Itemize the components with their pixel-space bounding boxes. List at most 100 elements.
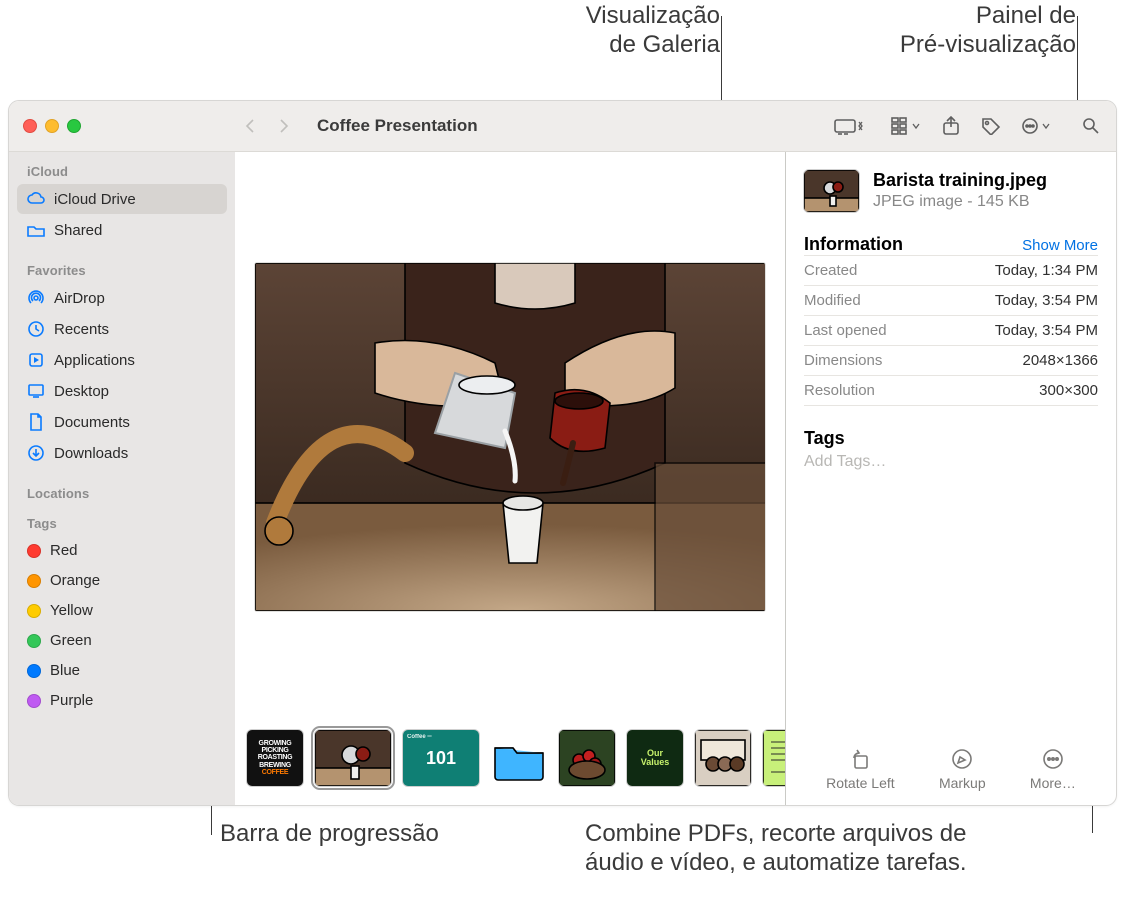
gallery-view-toggle[interactable] [826, 112, 872, 140]
zoom-button[interactable] [67, 119, 81, 133]
sidebar-item-shared[interactable]: Shared [17, 215, 227, 245]
titlebar: Coffee Presentation [9, 101, 1116, 152]
add-tags-input[interactable]: Add Tags… [804, 449, 1098, 471]
sidebar-section-locations: Locations [17, 482, 227, 505]
sidebar-item-documents[interactable]: Documents [17, 407, 227, 437]
rotate-left-icon [848, 747, 872, 771]
desktop-icon [27, 382, 45, 400]
documents-icon [27, 413, 45, 431]
share-button[interactable] [934, 112, 968, 140]
group-button[interactable] [884, 112, 928, 140]
thumb-poster[interactable]: GROWINGPICKINGROASTINGBREWINGCOFFEE [247, 730, 303, 786]
callout-gallery-view: Visualização de Galeria [520, 2, 720, 60]
thumb-team[interactable] [695, 730, 751, 786]
rotate-left-button[interactable]: Rotate Left [826, 747, 895, 791]
sidebar: iCloud iCloud Drive Shared Favorites Air… [9, 152, 235, 805]
callout-preview-pane: Painel de Pré-visualização [856, 2, 1076, 60]
sidebar-item-recents[interactable]: Recents [17, 314, 227, 344]
preview-header: Barista training.jpeg JPEG image - 145 K… [804, 170, 1098, 212]
tag-dot-icon [27, 664, 41, 678]
tags-title: Tags [804, 428, 1098, 449]
finder-window: Coffee Presentation [8, 100, 1117, 806]
sidebar-section-tags: Tags [17, 512, 227, 535]
more-quick-actions-button[interactable]: More… [1030, 747, 1076, 791]
sidebar-tag-blue[interactable]: Blue [17, 656, 227, 685]
tag-dot-icon [27, 634, 41, 648]
callout-leader [721, 16, 722, 100]
sidebar-section-favorites: Favorites [17, 259, 227, 282]
preview-filename: Barista training.jpeg [873, 170, 1047, 191]
sidebar-item-label: Applications [54, 352, 135, 369]
sidebar-item-label: Shared [54, 222, 102, 239]
thumb-note[interactable] [763, 730, 785, 786]
traffic-lights [9, 119, 233, 133]
sidebar-item-label: AirDrop [54, 290, 105, 307]
sidebar-item-label: Documents [54, 414, 130, 431]
sidebar-item-desktop[interactable]: Desktop [17, 376, 227, 406]
sidebar-section-icloud: iCloud [17, 160, 227, 183]
sidebar-item-applications[interactable]: Applications [17, 345, 227, 375]
tag-dot-icon [27, 694, 41, 708]
preview-filetype: JPEG image - 145 KB [873, 193, 1047, 211]
sidebar-item-label: Downloads [54, 445, 128, 462]
sidebar-item-label: Desktop [54, 383, 109, 400]
markup-button[interactable]: Markup [939, 747, 986, 791]
info-row: Dimensions2048×1366 [804, 345, 1098, 375]
sidebar-tag-red[interactable]: Red [17, 536, 227, 565]
callout-scrub-bar: Barra de progressão [220, 820, 439, 849]
sidebar-item-label: Blue [50, 662, 80, 679]
info-row: CreatedToday, 1:34 PM [804, 255, 1098, 285]
sidebar-item-label: Recents [54, 321, 109, 338]
tags-button[interactable] [974, 112, 1008, 140]
info-row: Last openedToday, 3:54 PM [804, 315, 1098, 345]
info-row: ModifiedToday, 3:54 PM [804, 285, 1098, 315]
thumb-folder[interactable] [491, 730, 547, 786]
shared-folder-icon [27, 221, 45, 239]
main-area: GROWINGPICKINGROASTINGBREWINGCOFFEE Coff… [235, 152, 1116, 805]
tag-dot-icon [27, 574, 41, 588]
tag-dot-icon [27, 544, 41, 558]
search-button[interactable] [1074, 112, 1108, 140]
show-more-link[interactable]: Show More [1022, 237, 1098, 254]
more-icon [1041, 747, 1065, 771]
info-section: Information Show More CreatedToday, 1:34… [804, 234, 1098, 406]
info-title: Information [804, 234, 903, 255]
gallery-canvas [235, 152, 785, 721]
sidebar-tag-yellow[interactable]: Yellow [17, 596, 227, 625]
callout-leader [1077, 16, 1078, 100]
thumb-barista[interactable] [315, 730, 391, 786]
sidebar-item-downloads[interactable]: Downloads [17, 438, 227, 468]
thumb-cherries[interactable] [559, 730, 615, 786]
window-title: Coffee Presentation [317, 116, 478, 136]
sidebar-tag-purple[interactable]: Purple [17, 686, 227, 715]
sidebar-tag-orange[interactable]: Orange [17, 566, 227, 595]
thumb-our-values[interactable]: OurValues [627, 730, 683, 786]
minimize-button[interactable] [45, 119, 59, 133]
markup-icon [950, 747, 974, 771]
forward-button[interactable] [267, 112, 301, 140]
info-row: Resolution300×300 [804, 375, 1098, 406]
sidebar-item-label: Red [50, 542, 78, 559]
downloads-icon [27, 444, 45, 462]
thumb-coffee-101[interactable]: Coffee ═ 101 [403, 730, 479, 786]
sidebar-item-label: Purple [50, 692, 93, 709]
more-actions-button[interactable] [1014, 112, 1058, 140]
sidebar-item-icloud-drive[interactable]: iCloud Drive [17, 184, 227, 214]
callout-more-hint: Combine PDFs, recorte arquivos de áudio … [585, 820, 1105, 878]
sidebar-item-airdrop[interactable]: AirDrop [17, 283, 227, 313]
recents-icon [27, 320, 45, 338]
thumbnail-strip[interactable]: GROWINGPICKINGROASTINGBREWINGCOFFEE Coff… [235, 721, 785, 805]
window-content: iCloud iCloud Drive Shared Favorites Air… [9, 152, 1116, 805]
sidebar-tag-green[interactable]: Green [17, 626, 227, 655]
preview-pane: Barista training.jpeg JPEG image - 145 K… [785, 152, 1116, 805]
quick-actions: Rotate Left Markup More… [804, 735, 1098, 795]
tags-section: Tags Add Tags… [804, 428, 1098, 471]
close-button[interactable] [23, 119, 37, 133]
preview-thumb [804, 170, 859, 212]
barista-image-icon [255, 263, 765, 611]
tag-dot-icon [27, 604, 41, 618]
back-button[interactable] [233, 112, 267, 140]
sidebar-item-label: Yellow [50, 602, 93, 619]
hero-image[interactable] [255, 263, 765, 611]
toolbar: Coffee Presentation [233, 112, 1116, 140]
